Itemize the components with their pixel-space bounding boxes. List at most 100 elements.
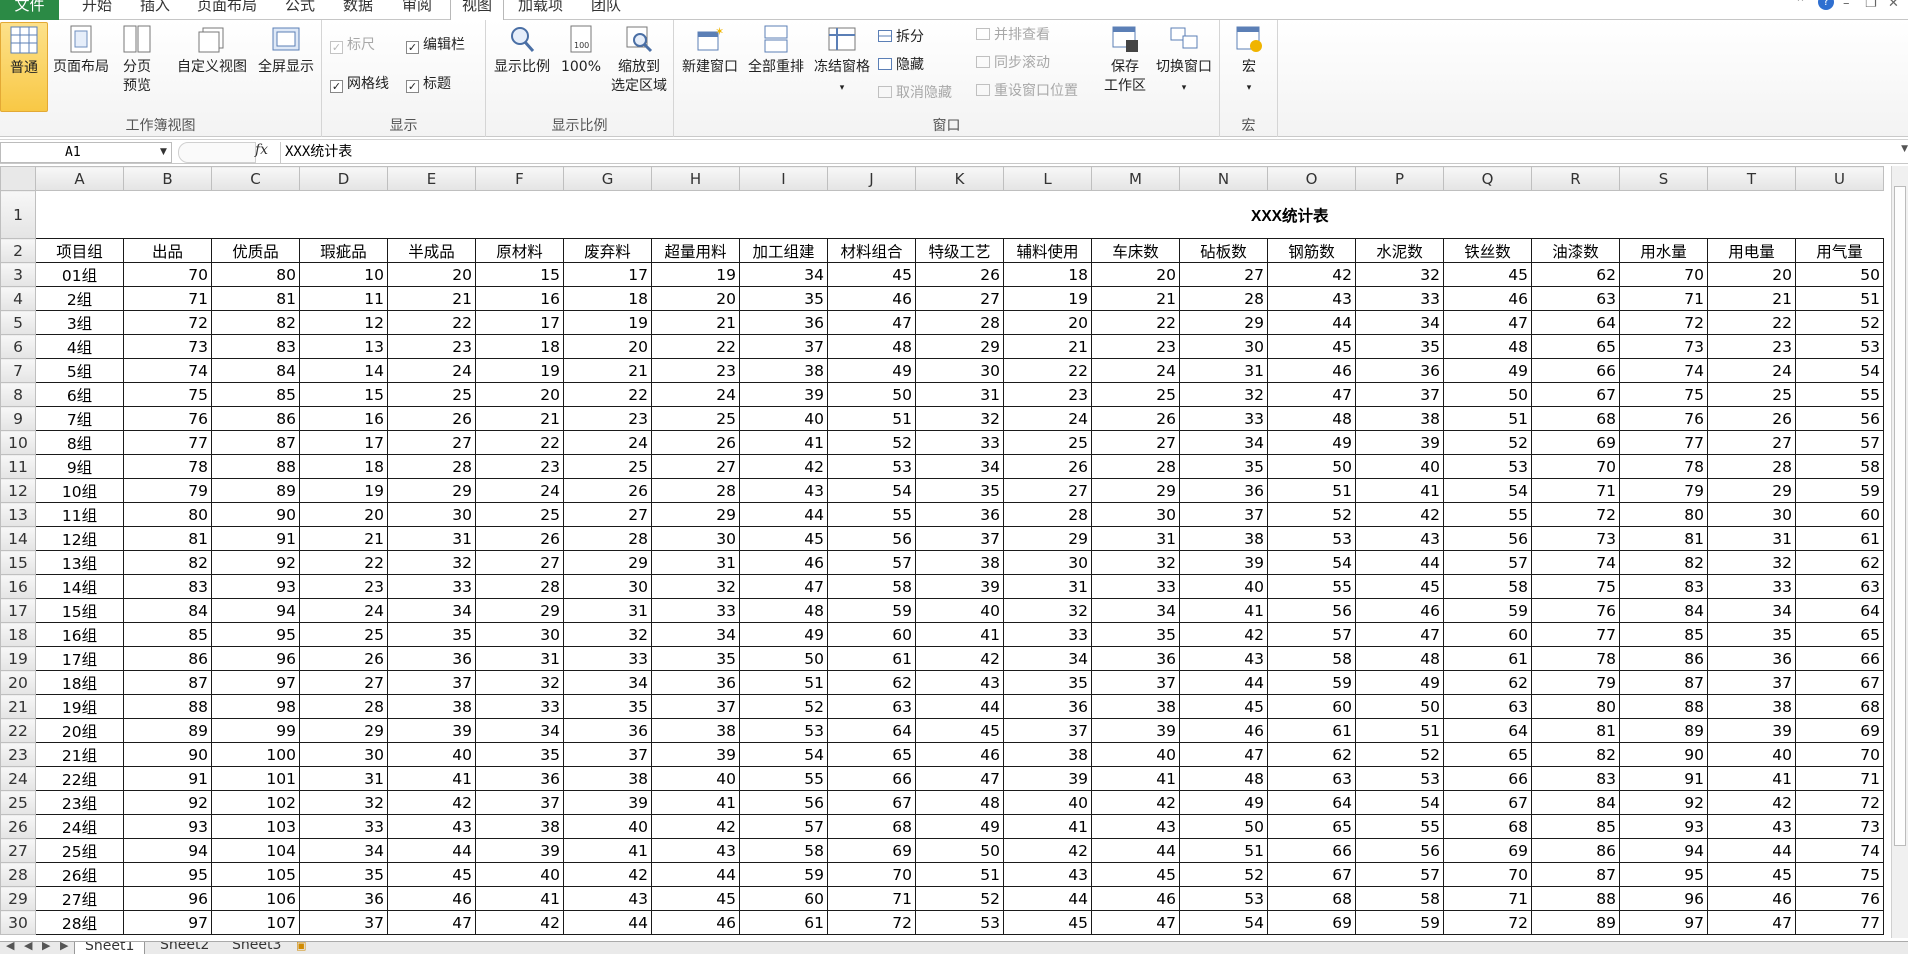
data-cell[interactable]: 22 <box>563 382 652 407</box>
data-cell[interactable]: 53 <box>1267 526 1356 551</box>
data-cell[interactable]: 51 <box>1267 478 1356 503</box>
data-cell[interactable]: 37 <box>651 694 740 719</box>
data-cell[interactable]: 56 <box>827 526 916 551</box>
tab-page-layout[interactable]: 页面布局 <box>197 0 257 20</box>
group-cell[interactable]: 18组 <box>35 670 124 695</box>
data-cell[interactable]: 32 <box>475 670 564 695</box>
data-cell[interactable]: 18 <box>1003 262 1092 287</box>
data-cell[interactable]: 22 <box>387 310 476 335</box>
header-cell[interactable]: 出品 <box>123 238 212 263</box>
data-cell[interactable]: 27 <box>475 550 564 575</box>
column-header-t[interactable]: T <box>1707 166 1796 191</box>
data-cell[interactable]: 77 <box>123 430 212 455</box>
data-cell[interactable]: 62 <box>827 670 916 695</box>
data-cell[interactable]: 72 <box>1619 310 1708 335</box>
data-cell[interactable]: 19 <box>1003 286 1092 311</box>
data-cell[interactable]: 53 <box>1443 454 1532 479</box>
data-cell[interactable]: 82 <box>123 550 212 575</box>
data-cell[interactable]: 33 <box>1707 574 1796 599</box>
data-cell[interactable]: 43 <box>1267 286 1356 311</box>
data-cell[interactable]: 70 <box>1619 262 1708 287</box>
data-cell[interactable]: 37 <box>1179 502 1268 527</box>
data-cell[interactable]: 30 <box>1091 502 1180 527</box>
header-cell[interactable]: 辅料使用 <box>1003 238 1092 263</box>
column-header-q[interactable]: Q <box>1443 166 1532 191</box>
data-cell[interactable]: 52 <box>1795 310 1884 335</box>
data-cell[interactable]: 35 <box>915 478 1004 503</box>
group-cell[interactable]: 11组 <box>35 502 124 527</box>
data-cell[interactable]: 58 <box>1267 646 1356 671</box>
hide-button[interactable]: 隐藏 <box>878 56 924 74</box>
data-cell[interactable]: 63 <box>1267 766 1356 791</box>
data-cell[interactable]: 92 <box>1619 790 1708 815</box>
data-cell[interactable]: 36 <box>739 310 828 335</box>
data-cell[interactable]: 50 <box>1443 382 1532 407</box>
data-cell[interactable]: 44 <box>1707 838 1796 863</box>
data-cell[interactable]: 52 <box>827 430 916 455</box>
data-cell[interactable]: 46 <box>651 910 740 935</box>
data-cell[interactable]: 61 <box>1443 646 1532 671</box>
data-cell[interactable]: 63 <box>827 694 916 719</box>
data-cell[interactable]: 87 <box>1619 670 1708 695</box>
data-cell[interactable]: 41 <box>1003 814 1092 839</box>
split-button[interactable]: 拆分 <box>878 28 924 46</box>
data-cell[interactable]: 76 <box>1531 598 1620 623</box>
data-cell[interactable]: 88 <box>1531 886 1620 911</box>
data-cell[interactable]: 62 <box>1795 550 1884 575</box>
data-cell[interactable]: 44 <box>1003 886 1092 911</box>
data-cell[interactable]: 34 <box>1179 430 1268 455</box>
data-cell[interactable]: 35 <box>1707 622 1796 647</box>
group-cell[interactable]: 2组 <box>35 286 124 311</box>
group-cell[interactable]: 10组 <box>35 478 124 503</box>
data-cell[interactable]: 23 <box>387 334 476 359</box>
data-cell[interactable]: 83 <box>1619 574 1708 599</box>
row-header[interactable]: 28 <box>0 862 36 887</box>
data-cell[interactable]: 60 <box>739 886 828 911</box>
data-cell[interactable]: 19 <box>299 478 388 503</box>
data-cell[interactable]: 80 <box>123 502 212 527</box>
data-cell[interactable]: 33 <box>915 430 1004 455</box>
data-cell[interactable]: 98 <box>211 694 300 719</box>
data-cell[interactable]: 74 <box>1619 358 1708 383</box>
column-header-p[interactable]: P <box>1355 166 1444 191</box>
header-cell[interactable]: 车床数 <box>1091 238 1180 263</box>
data-cell[interactable]: 29 <box>563 550 652 575</box>
tab-view[interactable]: 视图 <box>450 0 504 21</box>
data-cell[interactable]: 79 <box>123 478 212 503</box>
data-cell[interactable]: 32 <box>915 406 1004 431</box>
data-cell[interactable]: 42 <box>1091 790 1180 815</box>
data-cell[interactable]: 50 <box>1355 694 1444 719</box>
data-cell[interactable]: 70 <box>1443 862 1532 887</box>
data-cell[interactable]: 23 <box>651 358 740 383</box>
data-cell[interactable]: 34 <box>563 670 652 695</box>
data-cell[interactable]: 31 <box>1707 526 1796 551</box>
data-cell[interactable]: 58 <box>1443 574 1532 599</box>
group-cell[interactable]: 27组 <box>35 886 124 911</box>
data-cell[interactable]: 83 <box>123 574 212 599</box>
row-header[interactable]: 29 <box>0 886 36 911</box>
header-cell[interactable]: 瑕疵品 <box>299 238 388 263</box>
data-cell[interactable]: 29 <box>1003 526 1092 551</box>
data-cell[interactable]: 100 <box>211 742 300 767</box>
data-cell[interactable]: 48 <box>915 790 1004 815</box>
row-header[interactable]: 3 <box>0 262 36 287</box>
data-cell[interactable]: 16 <box>475 286 564 311</box>
data-cell[interactable]: 85 <box>1531 814 1620 839</box>
data-cell[interactable]: 76 <box>1619 406 1708 431</box>
data-cell[interactable]: 32 <box>563 622 652 647</box>
data-cell[interactable]: 84 <box>1619 598 1708 623</box>
data-cell[interactable]: 71 <box>123 286 212 311</box>
data-cell[interactable]: 75 <box>123 382 212 407</box>
data-cell[interactable]: 32 <box>299 790 388 815</box>
data-cell[interactable]: 35 <box>739 286 828 311</box>
group-cell[interactable]: 23组 <box>35 790 124 815</box>
page-break-preview-button[interactable]: 分页 预览 <box>116 22 158 96</box>
row-header[interactable]: 24 <box>0 766 36 791</box>
macros-button[interactable]: 宏 ▾ <box>1224 22 1274 98</box>
row-header[interactable]: 14 <box>0 526 36 551</box>
data-cell[interactable]: 48 <box>1267 406 1356 431</box>
data-cell[interactable]: 81 <box>123 526 212 551</box>
custom-views-button[interactable]: 自定义视图 <box>174 22 250 77</box>
data-cell[interactable]: 22 <box>1091 310 1180 335</box>
switch-windows-button[interactable]: 切换窗口 ▾ <box>1152 22 1216 98</box>
